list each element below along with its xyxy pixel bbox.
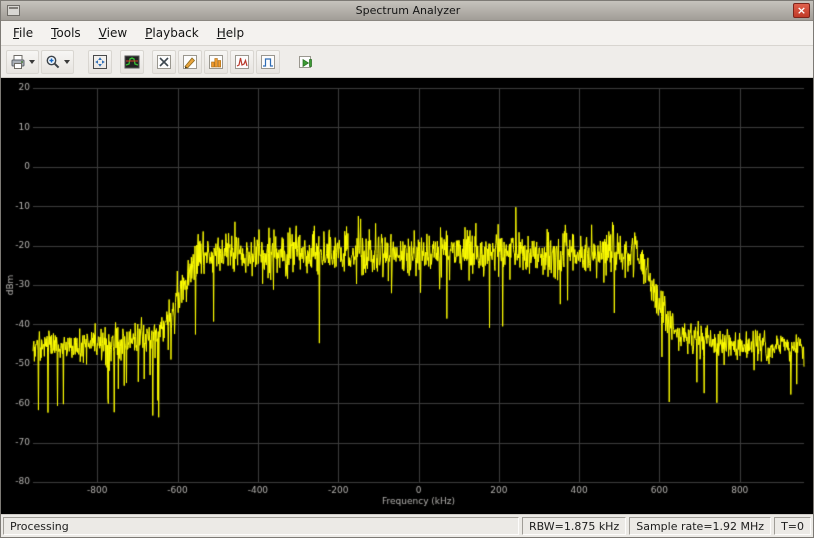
close-button[interactable]: × — [793, 3, 810, 18]
channel-measurements-toggle[interactable] — [204, 50, 228, 74]
rbw-label: RBW=1.875 kHz — [529, 520, 619, 533]
menu-view[interactable]: View — [90, 21, 136, 45]
menu-help[interactable]: Help — [208, 21, 253, 45]
status-sample-rate: Sample rate=1.92 MHz — [629, 517, 771, 535]
window-icon — [7, 5, 20, 16]
fit-to-view-icon — [92, 54, 108, 70]
fit-to-view-button[interactable] — [88, 50, 112, 74]
plot-area — [1, 78, 813, 514]
menu-playback[interactable]: Playback — [136, 21, 208, 45]
status-rbw: RBW=1.875 kHz — [522, 517, 626, 535]
zoom-button[interactable] — [41, 50, 74, 74]
status-bar: Processing RBW=1.875 kHz Sample rate=1.9… — [1, 514, 813, 537]
status-processing: Processing — [3, 517, 519, 535]
export-icon — [10, 54, 26, 70]
channel-measurements-icon — [208, 54, 224, 70]
spectral-mask-icon — [260, 54, 276, 70]
peak-finder-icon — [182, 54, 198, 70]
sample-rate-label: Sample rate=1.92 MHz — [636, 520, 764, 533]
cursor-measurements-toggle[interactable] — [152, 50, 176, 74]
title-bar[interactable]: Spectrum Analyzer × — [1, 1, 813, 21]
step-forward-button[interactable] — [294, 50, 318, 74]
menu-bar: File Tools View Playback Help — [1, 21, 813, 46]
peak-finder-toggle[interactable] — [178, 50, 202, 74]
distortion-measurements-icon — [234, 54, 250, 70]
status-time: T=0 — [774, 517, 811, 535]
time-label: T=0 — [781, 520, 804, 533]
processing-label: Processing — [10, 520, 69, 533]
step-forward-icon — [298, 54, 314, 70]
export-button[interactable] — [6, 50, 39, 74]
spectrum-analyzer-window: Spectrum Analyzer × File Tools View Play… — [0, 0, 814, 538]
window-title: Spectrum Analyzer — [23, 4, 793, 17]
export-dropdown-caret[interactable] — [29, 60, 35, 64]
spectrum-settings-icon — [124, 54, 140, 70]
menu-file[interactable]: File — [4, 21, 42, 45]
cursor-measurements-icon — [156, 54, 172, 70]
menu-tools[interactable]: Tools — [42, 21, 90, 45]
zoom-in-icon — [45, 54, 61, 70]
spectrum-settings-button[interactable] — [120, 50, 144, 74]
zoom-dropdown-caret[interactable] — [64, 60, 70, 64]
distortion-measurements-toggle[interactable] — [230, 50, 254, 74]
spectral-mask-toggle[interactable] — [256, 50, 280, 74]
toolbar — [1, 46, 813, 78]
spectrum-plot[interactable] — [3, 80, 811, 512]
